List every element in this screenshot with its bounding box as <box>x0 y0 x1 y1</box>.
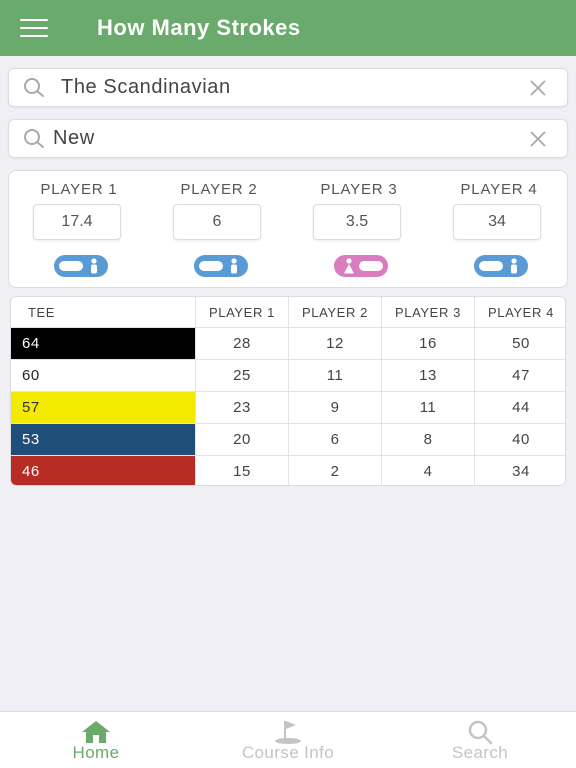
table-row: 57 23 9 11 44 <box>11 391 565 423</box>
app-header: How Many Strokes <box>0 0 576 56</box>
app-title: How Many Strokes <box>97 15 301 40</box>
tee-cell: 46 <box>11 456 195 485</box>
player-4-gender-toggle[interactable] <box>474 255 528 277</box>
player-3-label: PLAYER 3 <box>320 181 398 198</box>
player-4-handicap-input[interactable] <box>453 204 541 240</box>
players-card: PLAYER 1 PLAYER 2 PLAYER 3 <box>8 170 568 288</box>
header-player-2: PLAYER 2 <box>288 297 381 327</box>
male-icon <box>511 258 517 274</box>
male-icon <box>91 258 97 274</box>
player-2-handicap-input[interactable] <box>173 204 261 240</box>
table-row: 46 15 2 4 34 <box>11 455 565 485</box>
player-4-column: PLAYER 4 <box>429 171 569 289</box>
tee-cell: 57 <box>11 392 195 423</box>
player-3-strokes: 16 <box>381 328 474 359</box>
player-2-gender-toggle[interactable] <box>194 255 248 277</box>
clear-tee-icon[interactable] <box>529 130 547 148</box>
table-row: 53 20 6 8 40 <box>11 423 565 455</box>
course-search-box <box>8 68 568 107</box>
tee-cell: 60 <box>11 360 195 391</box>
tab-course-info[interactable]: Course Info <box>192 712 384 768</box>
clear-course-icon[interactable] <box>529 79 547 97</box>
header-player-3: PLAYER 3 <box>381 297 474 327</box>
search-icon <box>24 128 44 148</box>
player-1-label: PLAYER 1 <box>40 181 118 198</box>
tab-course-info-label: Course Info <box>241 743 335 762</box>
female-icon <box>344 258 354 274</box>
tab-search[interactable]: Search <box>384 712 576 768</box>
header-player-4: PLAYER 4 <box>474 297 565 327</box>
player-3-strokes: 13 <box>381 360 474 391</box>
course-search-input[interactable] <box>61 76 529 99</box>
tee-cell: 53 <box>11 424 195 455</box>
male-icon <box>231 258 237 274</box>
header-player-1: PLAYER 1 <box>195 297 288 327</box>
player-2-strokes: 6 <box>288 424 381 455</box>
player-3-strokes: 4 <box>381 456 474 485</box>
player-4-strokes: 50 <box>474 328 565 359</box>
player-2-label: PLAYER 2 <box>180 181 258 198</box>
player-2-strokes: 12 <box>288 328 381 359</box>
player-4-label: PLAYER 4 <box>460 181 538 198</box>
player-1-gender-toggle[interactable] <box>54 255 108 277</box>
player-1-strokes: 15 <box>195 456 288 485</box>
player-4-strokes: 40 <box>474 424 565 455</box>
golf-flag-icon <box>275 721 301 744</box>
player-1-column: PLAYER 1 <box>9 171 149 289</box>
player-1-handicap-input[interactable] <box>33 204 121 240</box>
table-row: 60 25 11 13 47 <box>11 359 565 391</box>
player-3-strokes: 8 <box>381 424 474 455</box>
tab-bar: Home Course Info Search <box>0 711 576 768</box>
table-header-row: TEE PLAYER 1 PLAYER 2 PLAYER 3 PLAYER 4 <box>11 297 565 327</box>
home-icon <box>82 721 110 743</box>
player-1-strokes: 25 <box>195 360 288 391</box>
header-tee: TEE <box>28 304 56 320</box>
player-4-strokes: 44 <box>474 392 565 423</box>
table-row: 64 28 12 16 50 <box>11 327 565 359</box>
tee-search-input[interactable] <box>53 127 529 150</box>
player-3-strokes: 11 <box>381 392 474 423</box>
tab-search-label: Search <box>451 743 509 762</box>
player-1-strokes: 23 <box>195 392 288 423</box>
tab-home[interactable]: Home <box>0 712 192 768</box>
hamburger-menu-icon[interactable] <box>20 19 48 37</box>
player-4-strokes: 47 <box>474 360 565 391</box>
player-2-column: PLAYER 2 <box>149 171 289 289</box>
player-3-column: PLAYER 3 <box>289 171 429 289</box>
player-1-strokes: 20 <box>195 424 288 455</box>
tee-search-box <box>8 119 568 158</box>
player-1-strokes: 28 <box>195 328 288 359</box>
player-2-strokes: 9 <box>288 392 381 423</box>
search-icon <box>468 720 493 745</box>
tee-cell: 64 <box>11 328 195 359</box>
search-icon <box>24 77 44 97</box>
player-3-gender-toggle[interactable] <box>334 255 388 277</box>
player-2-strokes: 11 <box>288 360 381 391</box>
player-3-handicap-input[interactable] <box>313 204 401 240</box>
strokes-table: TEE PLAYER 1 PLAYER 2 PLAYER 3 PLAYER 4 … <box>10 296 566 486</box>
player-4-strokes: 34 <box>474 456 565 485</box>
tab-home-label: Home <box>72 743 120 762</box>
player-2-strokes: 2 <box>288 456 381 485</box>
